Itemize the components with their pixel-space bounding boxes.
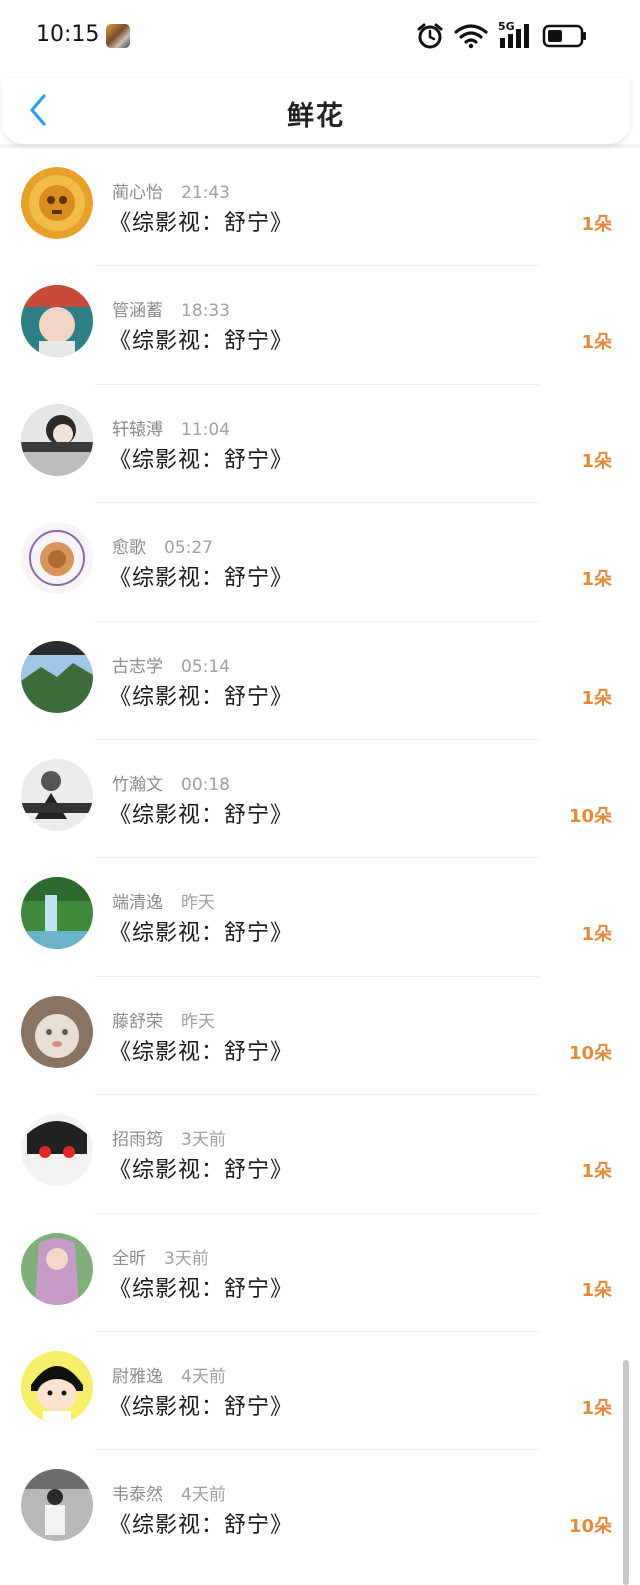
- status-time: 10:15: [36, 22, 100, 47]
- avatar[interactable]: [21, 758, 93, 831]
- timestamp: 3天前: [181, 1130, 226, 1151]
- user-name: 招雨筠: [112, 1130, 163, 1151]
- app-icon: [106, 24, 130, 48]
- flower-count: 1朵: [581, 569, 612, 591]
- book-title: 《综影视：舒宁》: [109, 1394, 294, 1420]
- list-item[interactable]: 招雨筠 3天前 《综影视：舒宁》 1朵: [0, 1095, 640, 1214]
- list-item[interactable]: 管涵蓄 18:33 《综影视：舒宁》 1朵: [0, 266, 640, 385]
- list-item[interactable]: 藤舒荣 昨天 《综影视：舒宁》 10朵: [0, 977, 640, 1096]
- flower-count: 1朵: [581, 214, 612, 235]
- scrollbar[interactable]: [623, 1360, 629, 1585]
- signal-icon: 5G: [498, 20, 532, 50]
- user-name: 愈歌: [112, 538, 146, 559]
- timestamp: 3天前: [164, 1248, 209, 1269]
- avatar[interactable]: [21, 285, 93, 358]
- book-title: 《综影视：舒宁》: [109, 684, 294, 710]
- page-title: 鲜花: [287, 101, 345, 132]
- timestamp: 05:27: [164, 538, 213, 559]
- user-name: 全昕: [112, 1248, 146, 1269]
- flower-count: 1朵: [581, 450, 612, 472]
- top-nav-bar: 鲜花: [2, 78, 630, 144]
- timestamp: 18:33: [181, 301, 230, 322]
- avatar[interactable]: [21, 640, 93, 713]
- avatar[interactable]: [21, 877, 93, 950]
- list-item[interactable]: 轩辕溥 11:04 《综影视：舒宁》 1朵: [0, 385, 640, 504]
- list-item[interactable]: 愈歌 05:27 《综影视：舒宁》 1朵: [0, 503, 640, 622]
- avatar[interactable]: [21, 995, 93, 1068]
- user-name: 管涵蓄: [112, 301, 163, 322]
- avatar[interactable]: [21, 403, 93, 476]
- timestamp: 昨天: [181, 893, 215, 914]
- battery-icon: [542, 24, 586, 48]
- user-name: 轩辕溥: [112, 419, 163, 440]
- book-title: 《综影视：舒宁》: [109, 566, 294, 592]
- book-title: 《综影视：舒宁》: [109, 1276, 294, 1302]
- book-title: 《综影视：舒宁》: [109, 1158, 294, 1184]
- user-name: 蔺心怡: [112, 183, 163, 203]
- list-item[interactable]: 蔺心怡 21:43 《综影视：舒宁》 1朵: [0, 148, 640, 267]
- flower-count: 1朵: [581, 1279, 612, 1301]
- book-title: 《综影视：舒宁》: [109, 1513, 294, 1539]
- system-icons: 5G: [416, 20, 588, 52]
- wifi-icon: [454, 24, 488, 49]
- avatar[interactable]: [21, 1469, 93, 1542]
- list-item[interactable]: 古志学 05:14 《综影视：舒宁》 1朵: [0, 622, 640, 740]
- flower-count: 1朵: [581, 332, 612, 354]
- flower-gift-list: 蔺心怡 21:43 《综影视：舒宁》 1朵 管涵蓄 18:33 《综影视：舒宁》 1…: [0, 148, 640, 1569]
- avatar[interactable]: [21, 522, 93, 595]
- user-name: 韦泰然: [112, 1485, 163, 1506]
- user-name: 端清逸: [112, 893, 163, 914]
- list-item[interactable]: 全昕 3天前 《综影视：舒宁》 1朵: [0, 1214, 640, 1332]
- flower-count: 10朵: [568, 1516, 612, 1538]
- book-title: 《综影视：舒宁》: [109, 329, 294, 355]
- book-title: 《综影视：舒宁》: [109, 211, 294, 236]
- list-item[interactable]: 竹瀚文 00:18 《综影视：舒宁》 10朵: [0, 740, 640, 859]
- flower-count: 1朵: [581, 924, 612, 946]
- flower-count: 1朵: [581, 1161, 612, 1183]
- timestamp: 00:18: [181, 774, 230, 795]
- timestamp: 21:43: [181, 183, 230, 203]
- timestamp: 4天前: [181, 1366, 226, 1387]
- flower-count: 10朵: [568, 1042, 612, 1064]
- user-name: 竹瀚文: [112, 774, 163, 795]
- status-bar: 10:15 5G: [0, 0, 640, 78]
- flower-count: 1朵: [581, 687, 612, 709]
- book-title: 《综影视：舒宁》: [109, 1039, 294, 1065]
- user-name: 古志学: [112, 656, 163, 677]
- flower-count: 10朵: [568, 805, 612, 827]
- timestamp: 11:04: [181, 419, 230, 440]
- list-item[interactable]: 端清逸 昨天 《综影视：舒宁》 1朵: [0, 858, 640, 977]
- list-item[interactable]: 尉雅逸 4天前 《综影视：舒宁》 1朵: [0, 1332, 640, 1451]
- avatar[interactable]: [21, 167, 93, 239]
- timestamp: 4天前: [181, 1485, 226, 1506]
- timestamp: 昨天: [181, 1011, 215, 1032]
- avatar[interactable]: [21, 1232, 93, 1305]
- user-name: 藤舒荣: [112, 1011, 163, 1032]
- book-title: 《综影视：舒宁》: [109, 921, 294, 947]
- user-name: 尉雅逸: [112, 1366, 163, 1387]
- avatar[interactable]: [21, 1350, 93, 1423]
- book-title: 《综影视：舒宁》: [109, 447, 294, 473]
- timestamp: 05:14: [181, 656, 230, 677]
- list-item[interactable]: 韦泰然 4天前 《综影视：舒宁》 10朵: [0, 1450, 640, 1568]
- avatar[interactable]: [21, 1114, 93, 1187]
- alarm-icon: [417, 23, 443, 49]
- book-title: 《综影视：舒宁》: [109, 802, 294, 828]
- flower-count: 1朵: [581, 1397, 612, 1419]
